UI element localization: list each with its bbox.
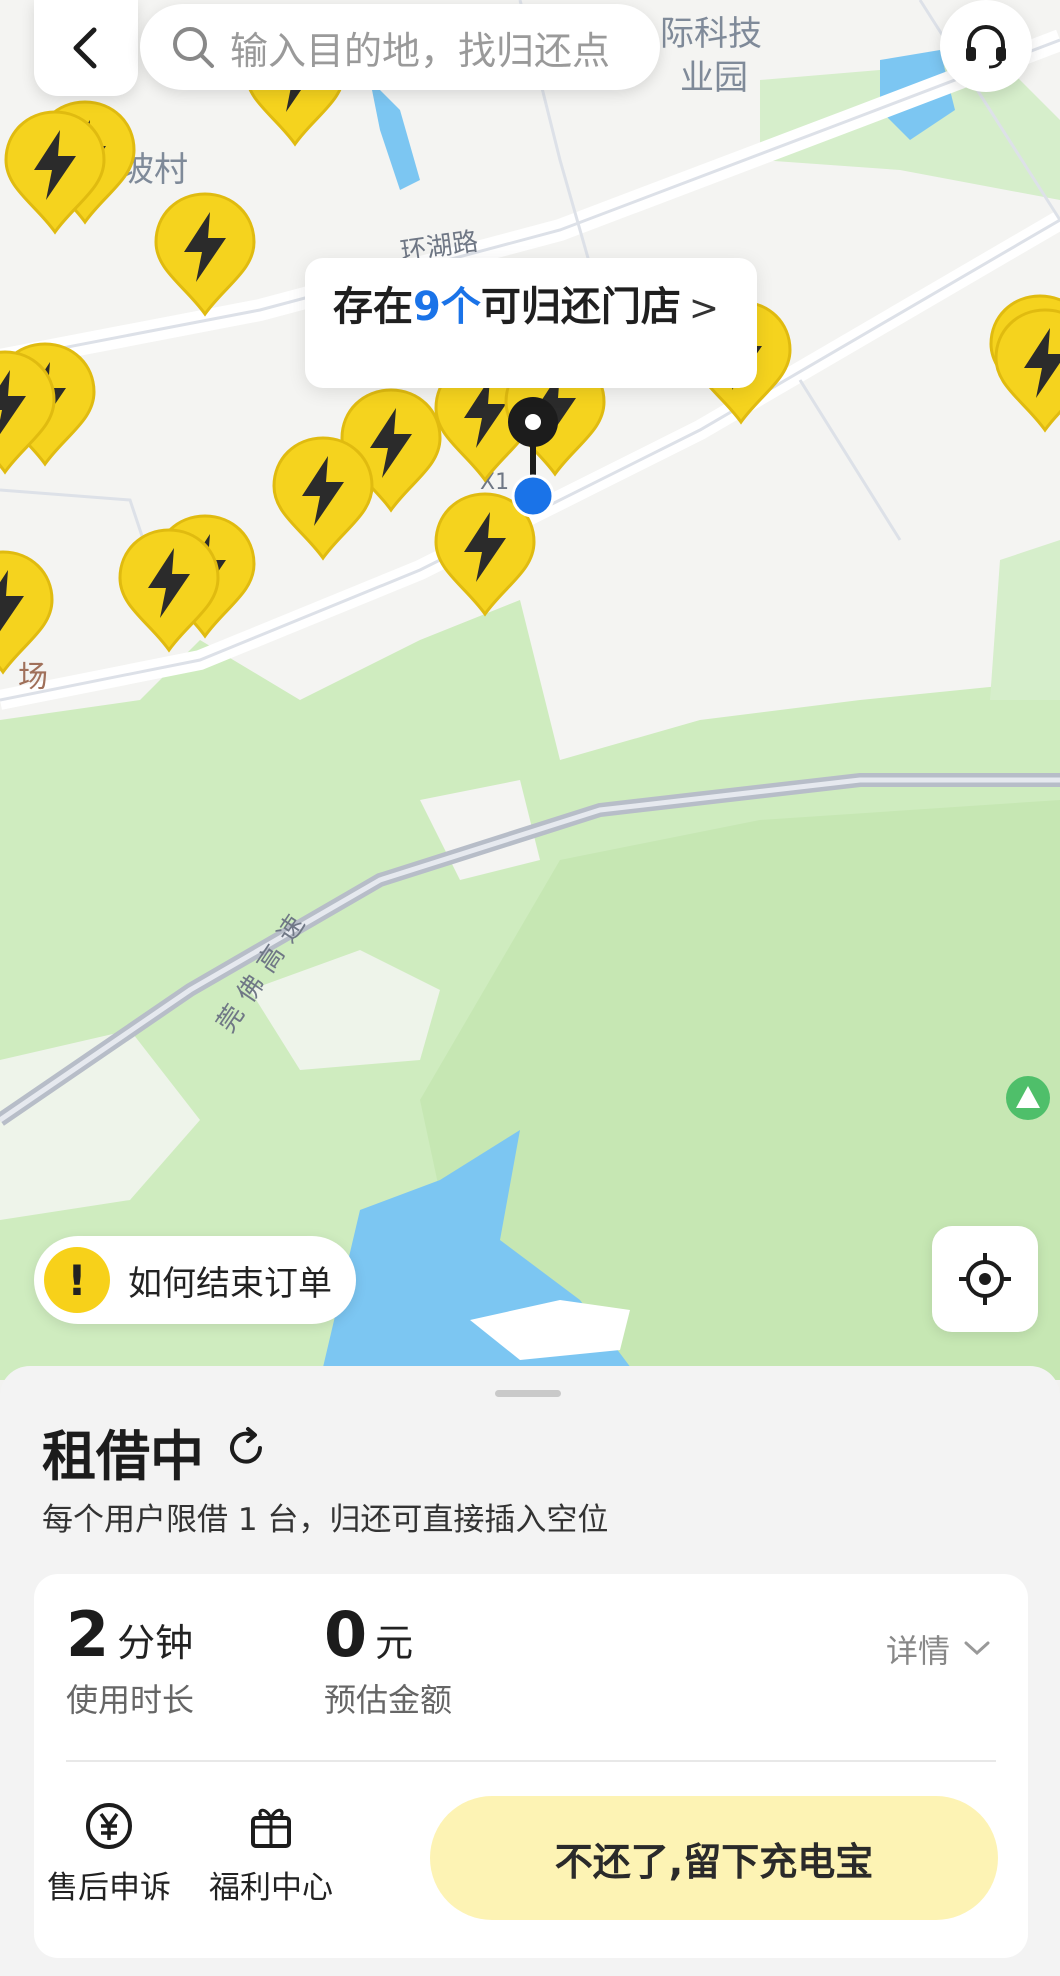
returnable-stores-popup[interactable]: 存在9个可归还门店 >: [305, 258, 757, 388]
back-button[interactable]: [34, 0, 138, 96]
how-to-end-order-label: 如何结束订单: [128, 1263, 332, 1304]
chevron-down-icon: [964, 1641, 990, 1656]
benefits-center-button[interactable]: 福利中心: [196, 1800, 346, 1907]
duration-value: 2: [66, 1598, 110, 1671]
charging-station-pin[interactable]: [114, 526, 224, 654]
locate-icon: [959, 1253, 1011, 1305]
order-status: 租借中: [42, 1425, 204, 1488]
refresh-icon[interactable]: [222, 1424, 270, 1472]
current-location-marker: [508, 397, 558, 518]
order-info-card: 2 分钟 使用时长 0元 预估金额 详情 售后申诉 福利中心 不还了,留下充电宝: [34, 1574, 1028, 1958]
search-placeholder: 输入目的地，找归还点: [230, 28, 611, 73]
borrow-limit-note: 每个用户限借 1 台，归还可直接插入空位: [42, 1502, 609, 1538]
amount-unit: 元: [375, 1621, 414, 1665]
details-label: 详情: [885, 1632, 950, 1670]
duration-stat: 2 分钟 使用时长: [66, 1598, 194, 1721]
gift-icon: [251, 1808, 291, 1848]
amount-value: 0: [324, 1598, 368, 1671]
keep-power-bank-button[interactable]: 不还了,留下充电宝: [430, 1796, 998, 1920]
charging-station-pin[interactable]: [0, 348, 60, 476]
benefits-center-label: 福利中心: [209, 1870, 333, 1906]
popup-prefix: 存在: [333, 284, 413, 330]
back-arrow-icon: [73, 27, 97, 69]
after-sales-appeal-button[interactable]: 售后申诉: [34, 1800, 184, 1907]
warning-icon: !: [44, 1247, 110, 1313]
amount-label: 预估金额: [324, 1681, 453, 1719]
popup-suffix: 可归还门店: [480, 284, 681, 330]
charging-station-pin[interactable]: [990, 306, 1060, 434]
charging-station-pin[interactable]: [0, 108, 110, 236]
poi-label: 际科技: [660, 14, 762, 54]
charging-station-pin[interactable]: [0, 548, 58, 676]
headset-icon: [966, 24, 1006, 69]
yuan-icon: [86, 1803, 132, 1849]
map-view[interactable]: 际科技 业园 坡村 环湖路 场 X1 莞佛高速 存在9个可归还门店 >: [0, 0, 1060, 1380]
charging-station-pin[interactable]: [268, 434, 378, 562]
how-to-end-order-chip[interactable]: ! 如何结束订单: [34, 1236, 356, 1324]
sheet-drag-handle[interactable]: [495, 1390, 561, 1397]
locate-me-button[interactable]: [932, 1226, 1038, 1332]
popup-text: 存在9个可归还门店 >: [333, 274, 719, 332]
card-divider: [66, 1760, 996, 1762]
duration-unit: 分钟: [117, 1621, 194, 1665]
customer-service-button[interactable]: [940, 0, 1032, 92]
amount-stat: 0元 预估金额: [324, 1598, 452, 1721]
poi-label-2: 业园: [680, 58, 748, 98]
store-count: 9个: [413, 284, 481, 330]
chevron-right-icon: >: [688, 288, 720, 329]
after-sales-appeal-label: 售后申诉: [47, 1870, 171, 1906]
details-toggle[interactable]: 详情: [886, 1626, 994, 1672]
search-icon: [173, 27, 214, 68]
charging-station-pin[interactable]: [150, 190, 260, 318]
order-bottom-sheet[interactable]: 租借中 每个用户限借 1 台，归还可直接插入空位 2 分钟 使用时长 0元 预估金…: [0, 1366, 1060, 1976]
duration-label: 使用时长: [66, 1681, 195, 1719]
search-bar[interactable]: 输入目的地，找归还点: [140, 4, 660, 90]
